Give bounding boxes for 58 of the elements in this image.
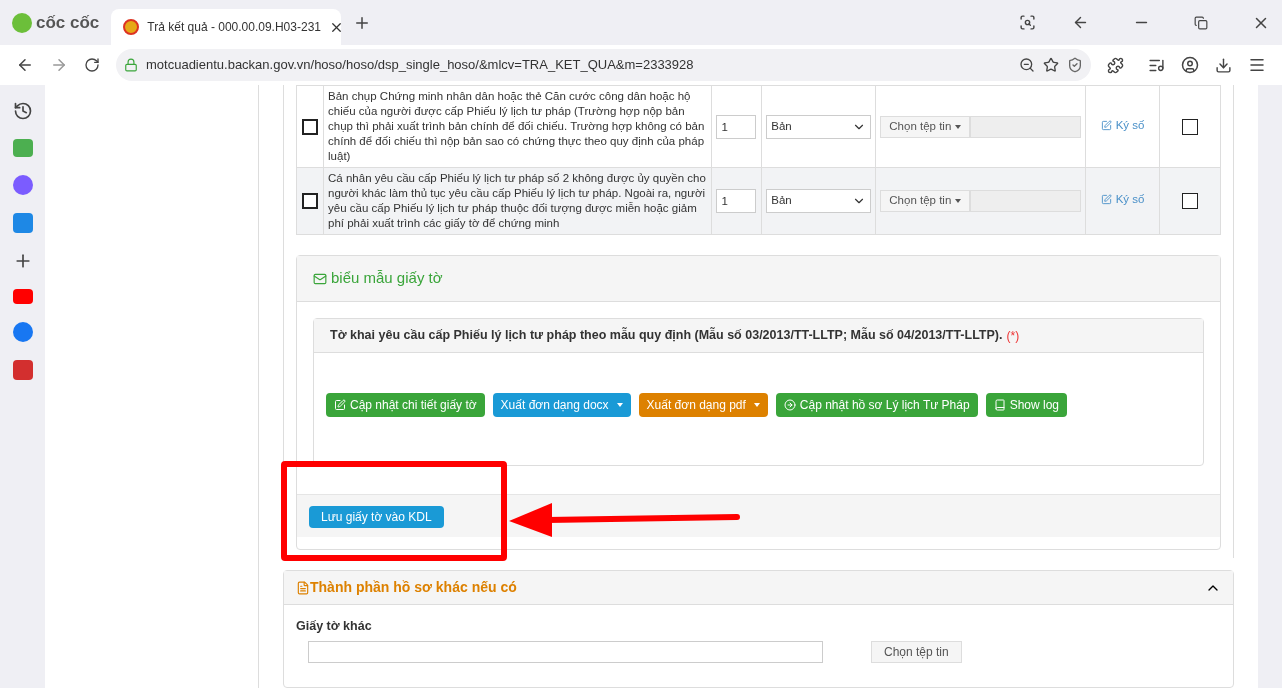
arrow-circle-icon (783, 399, 796, 411)
checkbox[interactable] (302, 118, 318, 135)
caret-icon (955, 199, 962, 203)
choose-file-button[interactable]: Chọn tệp tin (880, 115, 971, 138)
zoom-out-icon[interactable] (1019, 57, 1035, 73)
required-mark: (*) (1006, 327, 1020, 345)
envelope-icon (313, 271, 327, 286)
url-text: motcuadientu.backan.gov.vn/hoso/hoso/dsp_single_hoso/&mlcv=TRA_KET_QUA&m=2333928 (146, 56, 695, 75)
checkbox[interactable] (302, 193, 318, 210)
digital-sign-link[interactable]: Ký số (1100, 116, 1145, 135)
social-icon[interactable] (12, 322, 33, 342)
profile-icon[interactable] (1181, 56, 1199, 74)
checkbox[interactable] (1182, 193, 1199, 210)
star-icon[interactable] (1043, 57, 1059, 73)
caret-icon (616, 403, 623, 407)
choose-file-button[interactable]: Chọn tệp tin (871, 641, 962, 663)
restore-icon[interactable] (1194, 15, 1208, 30)
edit-icon (334, 399, 346, 411)
emblem-icon (123, 19, 140, 35)
menu-icon[interactable] (1248, 56, 1266, 74)
field-label: Giấy tờ khác (296, 619, 372, 633)
checkbox[interactable] (1182, 118, 1199, 135)
messenger-icon[interactable] (12, 175, 33, 195)
logo-icon (12, 12, 32, 33)
form-title: Tờ khai yêu cầu cấp Phiếu lý lịch tư pháp theo mẫu quy định (Mẫu số 03/2013/TT-LLTP; Mẫu số 04/2013/TT-LLTP). (330, 326, 1003, 345)
document-description: Cá nhân yêu cầu cấp Phiếu lý lịch tư pháp số 2 không được ủy quyền cho người khác làm thủ tục yêu cầu cấp Phiếu lý lịch tư pháp. Ngoài ra, người yêu cầu cấp Phiếu lý lịch tư pháp thuộc đối tượng được miễn hoặc giảm phí phải xuất trình các giấy tờ để chứng minh (328, 171, 707, 231)
video-icon[interactable] (12, 289, 33, 304)
quantity-field[interactable]: 1 (716, 189, 757, 213)
chat-app-icon[interactable] (12, 213, 33, 233)
caret-icon (753, 403, 760, 407)
download-icon[interactable] (1215, 56, 1232, 74)
quantity-field[interactable]: 1 (716, 114, 757, 139)
caret-icon (955, 124, 962, 129)
forward-icon[interactable] (50, 56, 68, 74)
tab-title: Trả kết quả - 000.00.09.H03-231 (147, 19, 321, 36)
app-icon[interactable] (12, 360, 33, 380)
panel-title: Thành phần hồ sơ khác nếu có (310, 578, 518, 597)
browser-brand: cốc cốc (36, 11, 100, 34)
back-icon[interactable] (16, 56, 34, 74)
extensions-icon[interactable] (1107, 56, 1124, 74)
screen-search-icon[interactable] (1019, 14, 1036, 31)
shield-icon[interactable] (1067, 57, 1083, 73)
reload-icon[interactable] (84, 57, 100, 73)
unit-select[interactable]: Bản (766, 114, 872, 139)
edit-icon (1100, 119, 1112, 131)
history-icon[interactable] (12, 101, 33, 121)
address-bar[interactable]: motcuadientu.backan.gov.vn/hoso/hoso/dsp_single_hoso/&mlcv=TRA_KET_QUA&m=2333928 (116, 49, 1091, 81)
browser-tab[interactable]: Trả kết quả - 000.00.09.H03-231 (111, 9, 342, 45)
document-icon (296, 580, 310, 595)
choose-file-button[interactable]: Chọn tệp tin (880, 190, 971, 212)
lock-icon (124, 58, 138, 72)
book-icon (993, 399, 1006, 411)
panel-title: biểu mẫu giấy tờ (331, 268, 443, 289)
edit-icon (1100, 194, 1112, 206)
unit-select[interactable]: Bản (766, 189, 872, 213)
back-dotted-icon[interactable] (1072, 14, 1089, 31)
input-field[interactable] (308, 641, 823, 663)
document-description: Bản chụp Chứng minh nhân dân hoặc thẻ Căn cước công dân hoặc hộ chiếu của người được cấp Phiếu lý lịch tư pháp (Trường hợp nộp bản chụp thì phải xuất trình bản chính để đối chiếu. Trường hợp không có bản chính để đối chiếu thì nộp bản sao có chứng thực theo quy định của pháp luật) (328, 89, 706, 164)
